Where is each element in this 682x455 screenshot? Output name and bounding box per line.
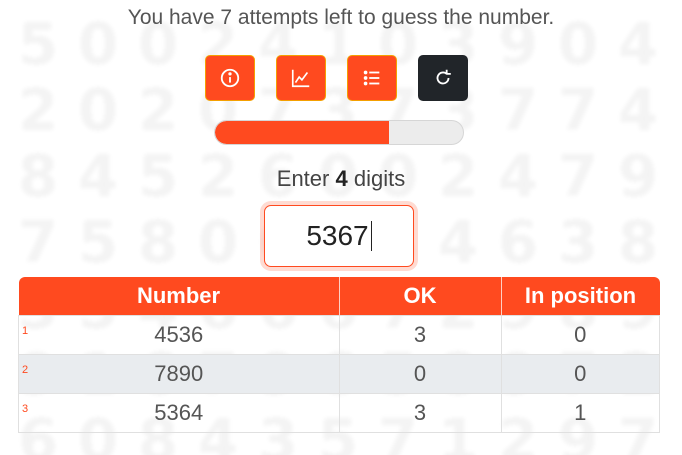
background-digit: 0 [68,76,128,144]
background-digit: 2 [8,76,68,144]
table-row: 1 4536 3 0 [18,315,660,355]
background-digit: 7 [548,76,608,144]
stats-button[interactable] [276,55,326,101]
guess-number: 5364 [154,400,204,425]
background-digit: 8 [608,208,668,276]
table-row: 2 7890 0 0 [18,354,660,394]
cell-number: 3 5364 [18,393,340,433]
cell-number: 2 7890 [18,354,340,394]
cell-in-position: 1 [500,393,660,433]
info-button[interactable] [205,55,255,101]
list-icon [363,70,380,86]
cell-in-position: 0 [500,354,660,394]
table-header-row: Number OK In position [18,277,660,316]
attempts-status: You have 7 attempts left to guess the nu… [127,6,555,29]
guess-value: 5367 [306,220,369,251]
background-digit: 7 [8,208,68,276]
chart-line-icon [291,69,310,88]
background-digit: 4 [608,76,668,144]
progress-fill [215,121,389,144]
cell-ok: 3 [338,315,502,355]
digit-prompt: Enter 4 digits [0,166,682,192]
column-header-number: Number [18,277,340,316]
info-circle-icon [220,68,240,88]
background-digit: 2 [128,76,188,144]
row-index: 3 [22,403,29,415]
cell-ok: 0 [338,354,502,394]
column-header-ok: OK [339,277,502,316]
row-index: 1 [22,325,29,337]
background-digit: 4 [428,208,488,276]
background-digit: 6 [488,208,548,276]
restart-button[interactable] [418,55,468,101]
guess-number: 4536 [154,322,204,347]
refresh-icon [436,69,451,85]
guess-input[interactable]: 5367 [264,205,414,267]
cell-number: 1 4536 [18,315,340,355]
row-index: 2 [22,364,29,376]
cell-ok: 3 [338,393,502,433]
background-digit: 7 [488,76,548,144]
column-header-in-position: In position [501,277,660,316]
background-digit: 5 [68,208,128,276]
background-digit: 0 [188,208,248,276]
guess-number: 7890 [154,361,204,386]
background-digit: 8 [128,208,188,276]
prompt-prefix: Enter [276,166,330,191]
guess-history-table: Number OK In position 1 4536 3 0 2 7890 0 … [18,277,660,433]
text-caret [370,221,372,251]
prompt-digit-count: 4 [335,166,348,191]
background-digit: 3 [548,208,608,276]
table-row: 3 5364 3 1 [18,393,660,433]
cell-in-position: 0 [500,315,660,355]
attempts-progress-bar [214,120,464,145]
toolbar [205,55,468,101]
prompt-suffix: digits [353,166,406,191]
list-button[interactable] [347,55,397,101]
